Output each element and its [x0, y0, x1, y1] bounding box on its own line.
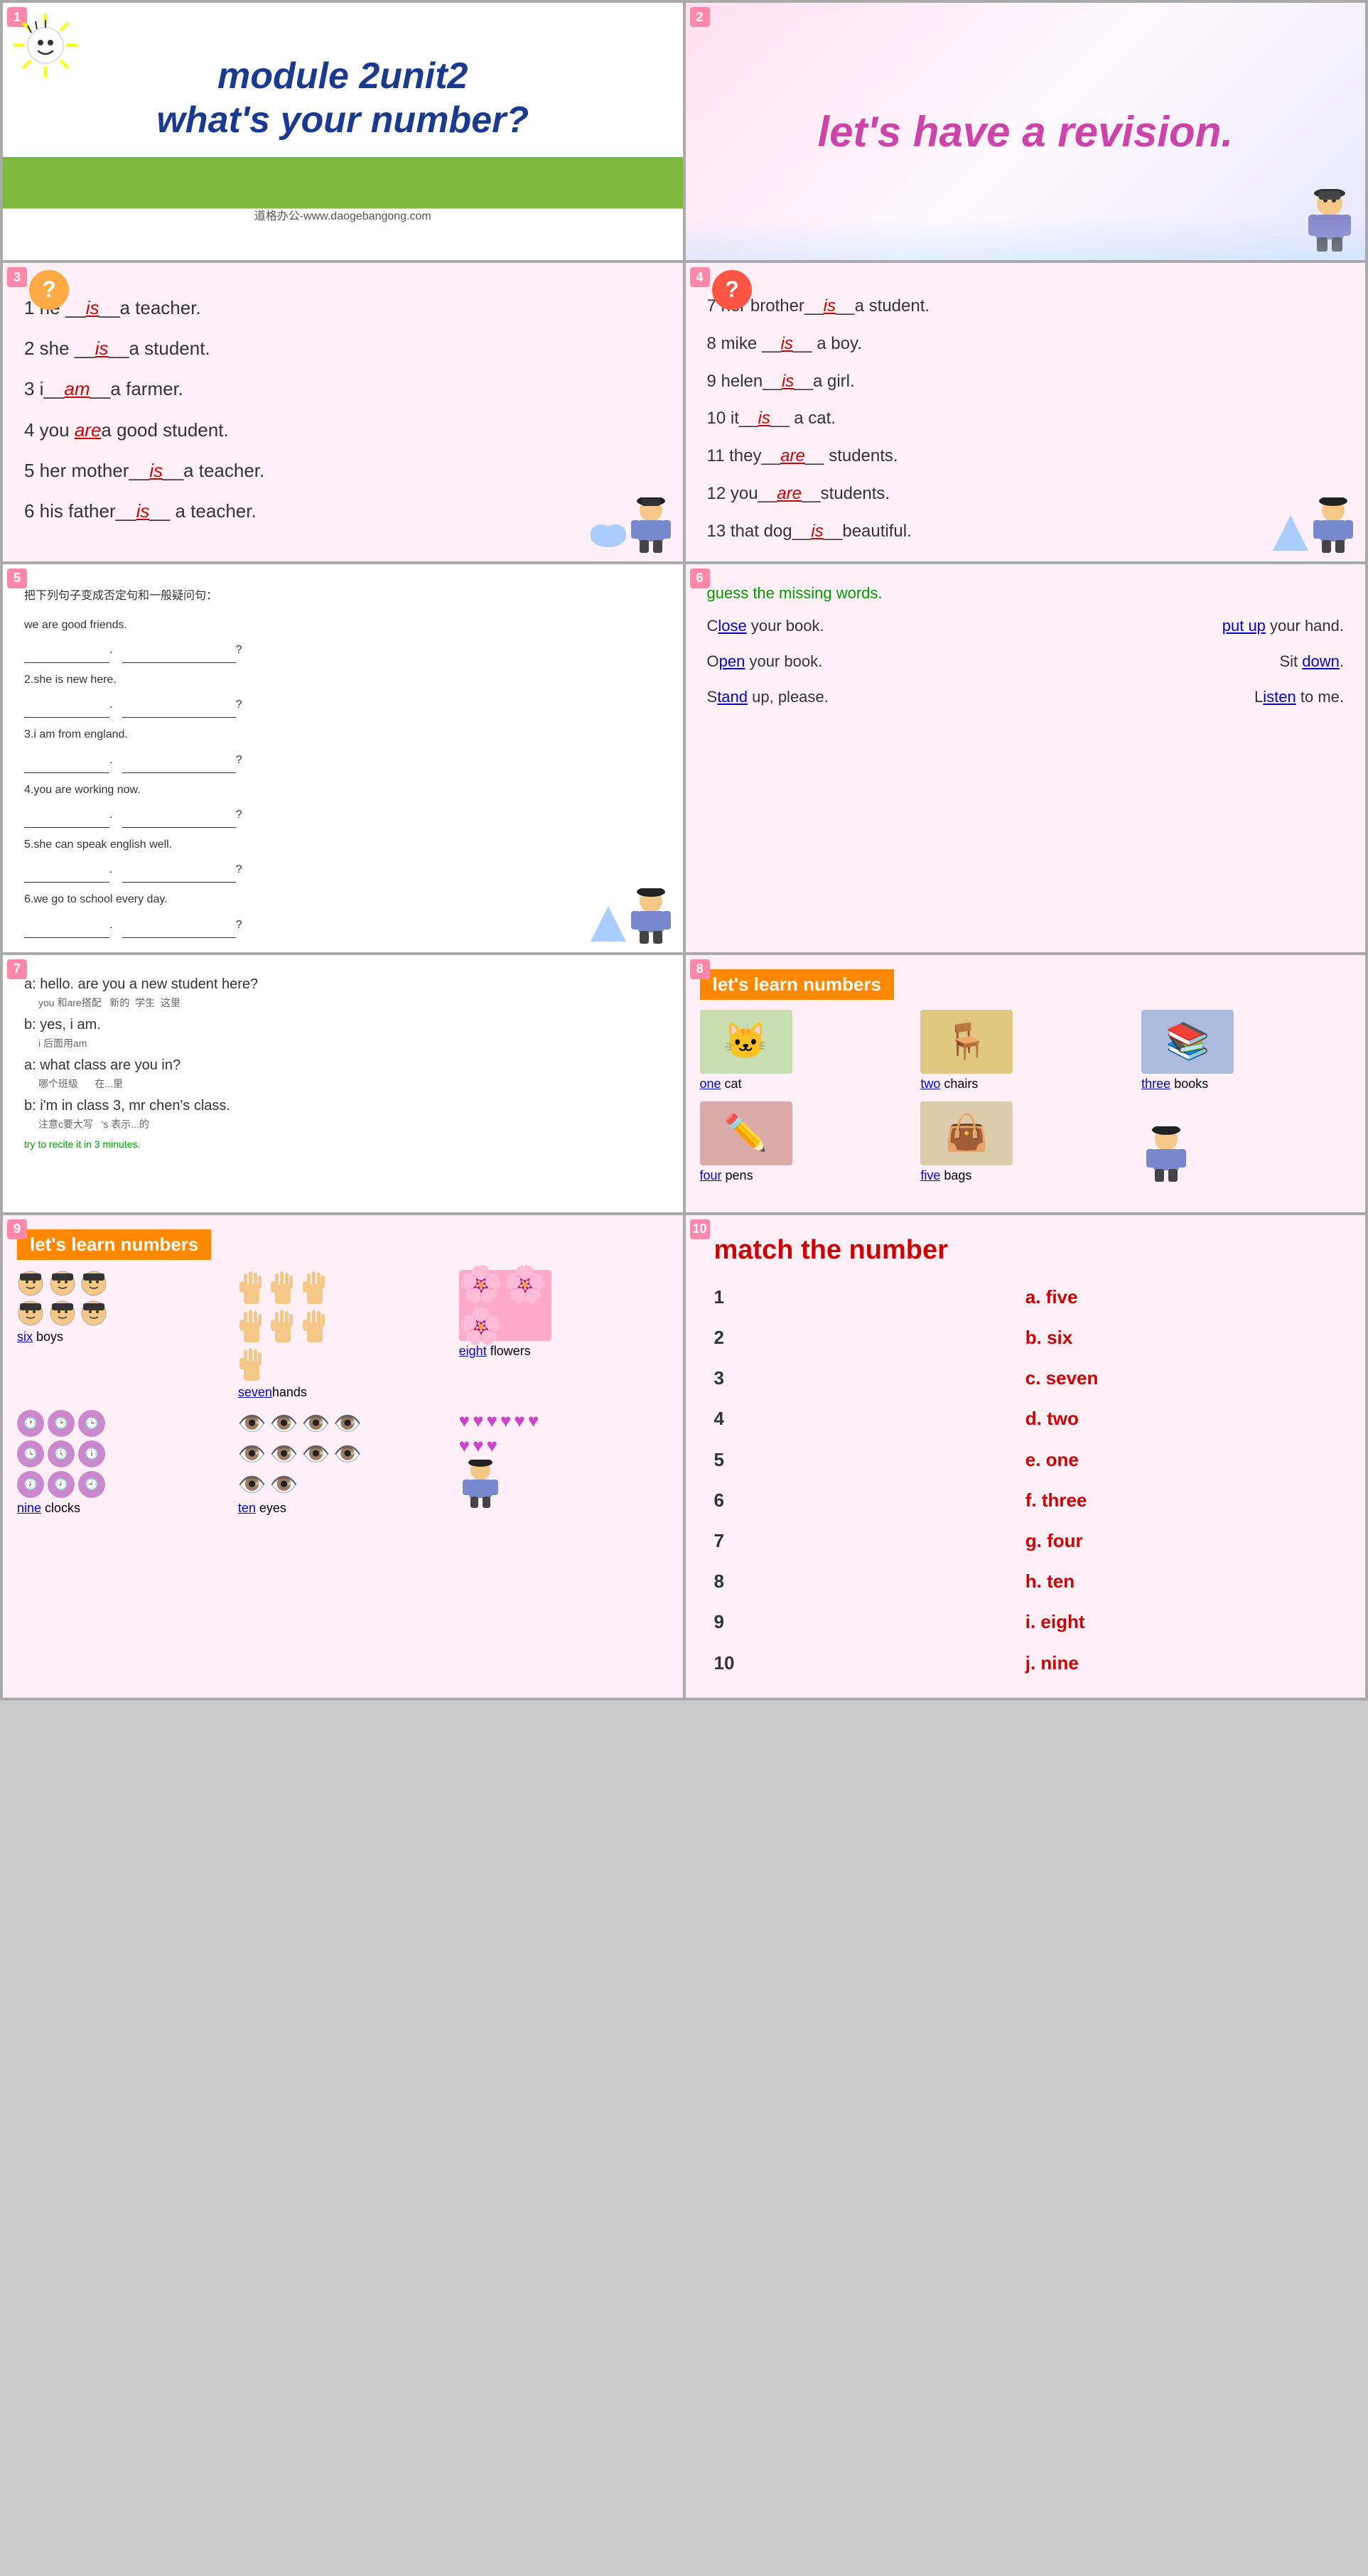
slide-4-content: 7 her brother__is__a student. 8 mike __i… — [707, 288, 1345, 551]
slide-8-num: 8 — [690, 959, 710, 979]
svg-text:?: ? — [725, 276, 739, 302]
s4-item4: 10 it__is__ a cat. — [707, 400, 1345, 438]
slide-1: 1 module 2unit2 what's your number? — [3, 3, 683, 260]
s3-item1: 1 he __is__a teacher. — [24, 288, 662, 328]
slide-5: 5 把下列句子变成否定句和一般疑问句： we are good friends.… — [3, 564, 683, 952]
s8-item3: 📚 three books — [1141, 1010, 1351, 1092]
slide-8: 8 let's learn numbers 🐱 one cat 🪑 two ch… — [686, 955, 1366, 1212]
slide-9-top-row: six boys sevenhands 🌸🌸🌸 eight flower — [17, 1270, 669, 1400]
s9-item1: six boys — [17, 1270, 227, 1400]
slide-10-title: match the number — [714, 1235, 1337, 1266]
s9-item4: 🕐 🕑 🕒 🕓 🕔 🕕 🕖 🕗 🕘 nine clocks — [17, 1410, 227, 1516]
s9-item3: 🌸🌸🌸 eight flowers — [459, 1270, 669, 1400]
slide-2-text: let's have a revision. — [803, 79, 1247, 185]
s5-item2: 2.she is new here. — [24, 667, 662, 692]
slide-1-title-line1: module 2unit2 — [156, 54, 529, 98]
mountain-5 — [587, 902, 630, 945]
s9-hearts: ♥ ♥ ♥ ♥ ♥ ♥ ♥ ♥ ♥ — [459, 1410, 669, 1516]
slide-7-try: try to recite it in 3 minutes. — [24, 1138, 662, 1150]
s8-item1: 🐱 one cat — [700, 1010, 910, 1092]
s5-item4: 4.you are working now. — [24, 777, 662, 802]
slide-3-num: 3 — [7, 267, 27, 287]
s9-item5: 👁️ 👁️ 👁️ 👁️ 👁️ 👁️ 👁️ 👁️ 👁️ 👁️ ten eyes — [238, 1410, 448, 1516]
sun-icon — [10, 10, 81, 81]
slide-7-dialogue: a: hello. are you a new student here? yo… — [24, 976, 662, 1131]
s3-item4: 4 you area good student. — [24, 410, 662, 451]
slide-8-banner: let's learn numbers — [700, 969, 894, 1000]
question-char-4: ? — [711, 269, 753, 311]
s3-item3: 3 i__am__a farmer. — [24, 369, 662, 409]
slide-6-content: Close your book. put up your hand. Open … — [707, 617, 1345, 706]
s8-char — [1141, 1101, 1351, 1183]
s4-item1: 7 her brother__is__a student. — [707, 288, 1345, 325]
slide-3: 3 ? 1 he __is__a teacher. 2 she __is__a … — [3, 263, 683, 561]
slide-1-subtitle: 道格办公-www.daogebangong.com — [254, 206, 431, 223]
slide-9-banner: let's learn numbers — [17, 1229, 211, 1260]
slide-3-content: 1 he __is__a teacher. 2 she __is__a stud… — [24, 288, 662, 532]
slide-9-bottom-row: 🕐 🕑 🕒 🕓 🕔 🕕 🕖 🕗 🕘 nine clocks 👁️ — [17, 1410, 669, 1516]
s8-item4: ✏️ four pens — [700, 1101, 910, 1183]
s3-item5: 5 her mother__is__a teacher. — [24, 451, 662, 491]
s4-item5: 11 they__are__ students. — [707, 438, 1345, 475]
slide-10-num: 10 — [690, 1219, 710, 1239]
slide-1-title-line2: what's your number? — [156, 98, 529, 142]
slide-1-title: module 2unit2 what's your number? — [156, 54, 529, 143]
slide-6-num: 6 — [690, 568, 710, 588]
s4-item6: 12 you__are__students. — [707, 475, 1345, 513]
boy-char-8 — [1141, 1126, 1191, 1183]
s3-item2: 2 she __is__a student. — [24, 328, 662, 369]
slide-8-top-row: 🐱 one cat 🪑 two chairs 📚 three books — [700, 1010, 1352, 1092]
slide-7: 7 a: hello. are you a new student here? … — [3, 955, 683, 1212]
slide-2: 2 let's have a revision. — [686, 3, 1366, 260]
slide-4: 4 ? 7 her brother__is__a student. 8 mike… — [686, 263, 1366, 561]
slide-6: 6 guess the missing words. Close your bo… — [686, 564, 1366, 952]
s5-item1: we are good friends. — [24, 613, 662, 637]
slide-10: 10 match the number 1 2 3 4 5 6 7 8 9 10… — [686, 1215, 1366, 1698]
slide-5-instruction: 把下列句子变成否定句和一般疑问句： — [24, 586, 662, 603]
boy-char-9 — [459, 1460, 502, 1509]
slide-6-heading: guess the missing words. — [707, 584, 1345, 603]
slide-grid: 1 module 2unit2 what's your number? — [0, 0, 1368, 1701]
boy-char-3 — [626, 497, 676, 554]
cloud-char-3 — [587, 512, 630, 554]
slide-10-left: 1 2 3 4 5 6 7 8 9 10 — [714, 1277, 1025, 1683]
slide-8-bottom-row: ✏️ four pens 👜 five bags — [700, 1101, 1352, 1183]
s4-item7: 13 that dog__is__beautiful. — [707, 513, 1345, 551]
slide-7-num: 7 — [7, 959, 27, 979]
s8-item2: 🪑 two chairs — [920, 1010, 1130, 1092]
slide-10-right: a. five b. six c. seven d. two e. one f.… — [1025, 1277, 1337, 1683]
mountain-4 — [1269, 512, 1312, 554]
slide-9-num: 9 — [7, 1219, 27, 1239]
slide-10-match: 1 2 3 4 5 6 7 8 9 10 a. five b. six c. s… — [714, 1277, 1337, 1683]
s5-item3: 3.i am from england. — [24, 722, 662, 747]
s4-item2: 8 mike __is__ a boy. — [707, 325, 1345, 363]
boy-char-4 — [1308, 497, 1358, 554]
s4-item3: 9 helen__is__a girl. — [707, 363, 1345, 401]
s3-item6: 6 his father__is__ a teacher. — [24, 491, 662, 532]
slide-4-num: 4 — [690, 267, 710, 287]
s5-item5: 5.she can speak english well. — [24, 832, 662, 857]
s9-item2: sevenhands — [238, 1270, 448, 1400]
question-char-3: ? — [28, 269, 70, 311]
slide-5-num: 5 — [7, 568, 27, 588]
s8-item5: 👜 five bags — [920, 1101, 1130, 1183]
svg-text:?: ? — [42, 276, 56, 302]
boy-char-5 — [626, 888, 676, 945]
s5-item6: 6.we go to school every day. — [24, 887, 662, 912]
slide-5-items: we are good friends. . ? 2.she is new he… — [24, 613, 662, 938]
slide-9: 9 let's learn numbers six boys — [3, 1215, 683, 1698]
slide-2-num: 2 — [690, 7, 710, 27]
